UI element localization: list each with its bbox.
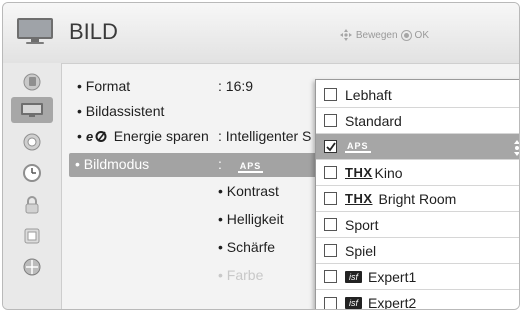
hint-ok-label: OK: [414, 29, 429, 41]
menu-item-picture-mode[interactable]: • Bildmodus : APS: [69, 153, 319, 177]
checkbox-icon: [324, 244, 337, 257]
checkbox-icon: [324, 88, 337, 101]
isf-logo-icon: isf: [345, 270, 362, 283]
hint-move-label: Bewegen: [355, 29, 398, 41]
option-lebhaft[interactable]: Lebhaft: [316, 82, 519, 108]
checkbox-icon: [324, 114, 337, 127]
option-aps[interactable]: APS: [316, 134, 519, 160]
option-label: Sport: [345, 216, 379, 233]
menu-item-picture-wizard[interactable]: • Bildassistent: [71, 100, 351, 124]
option-thx-bright-room[interactable]: THX Bright Room: [316, 186, 519, 212]
scroll-arrows-icon: [514, 140, 519, 156]
menu-item-label: • Bildmodus: [75, 156, 150, 172]
submenu-item-contrast[interactable]: • Kontrast: [218, 183, 279, 199]
option-label: Standard: [345, 112, 402, 129]
menu-item-format[interactable]: • Format : 16:9: [71, 75, 351, 99]
option-label: Bright Room: [378, 190, 457, 207]
option-expert2[interactable]: isf Expert2: [316, 290, 519, 310]
submenu-item-color: • Farbe: [218, 267, 264, 283]
eco-logo-icon: e: [86, 129, 107, 144]
menu-item-value: : Intelligenter S: [218, 128, 312, 144]
menu-item-value: :: [218, 156, 222, 172]
thx-logo-icon: THX: [345, 191, 373, 206]
option-thx-kino[interactable]: THX Kino: [316, 160, 519, 186]
bullet: •: [77, 128, 86, 144]
option-sport[interactable]: Sport: [316, 212, 519, 238]
svg-text:e: e: [86, 130, 93, 142]
checkbox-icon: [324, 166, 337, 179]
checkbox-icon: [324, 218, 337, 231]
ok-button-icon: [400, 29, 412, 41]
menu-item-energy-saving[interactable]: • e Energie sparen : Intelligenter S: [71, 125, 351, 149]
option-label: Lebhaft: [345, 86, 392, 103]
picture-mode-dropdown: Lebhaft Standard APS THX Kino THX Bright…: [315, 79, 519, 310]
menu-item-value-group: : APS: [218, 156, 264, 173]
input-icon[interactable]: [11, 69, 53, 95]
option-spiel[interactable]: Spiel: [316, 238, 519, 264]
network-icon[interactable]: [11, 254, 53, 280]
isf-logo-icon: isf: [345, 297, 362, 309]
aps-logo-icon: APS: [345, 140, 371, 153]
category-sidebar: [3, 63, 62, 309]
menu-item-label: • Bildassistent: [77, 103, 165, 119]
navigation-hint: Bewegen OK: [339, 28, 429, 42]
aps-logo-icon: APS: [237, 161, 264, 173]
checkbox-checked-icon: [324, 140, 337, 153]
option-label: Expert2: [368, 295, 417, 310]
time-icon[interactable]: [11, 160, 53, 186]
audio-icon[interactable]: [11, 129, 53, 155]
menu-item-label: Energie sparen: [113, 128, 209, 144]
option-label: Spiel: [345, 242, 377, 259]
page-title: BILD: [69, 19, 118, 44]
header-bar: BILD Bewegen OK: [3, 3, 519, 64]
submenu-item-brightness[interactable]: • Helligkeit: [218, 211, 284, 227]
option-label: Kino: [374, 164, 403, 181]
options-icon[interactable]: [11, 223, 53, 249]
checkbox-icon: [324, 270, 337, 283]
thx-logo-icon: THX: [345, 165, 373, 180]
submenu-item-sharpness[interactable]: • Schärfe: [218, 239, 275, 255]
picture-icon[interactable]: [11, 97, 53, 123]
tv-icon: [17, 18, 53, 44]
dpad-icon: [339, 29, 352, 41]
menu-item-label-group: • e Energie sparen: [77, 128, 209, 144]
menu-item-label: • Format: [77, 78, 131, 94]
checkbox-icon: [324, 192, 337, 205]
picture-settings-window: BILD Bewegen OK • Format: 16:9 • Bildas…: [2, 2, 520, 310]
option-label: Expert1: [368, 268, 417, 285]
menu-item-value: : 16:9: [218, 78, 254, 94]
checkbox-icon: [324, 296, 337, 309]
lock-icon[interactable]: [11, 192, 53, 218]
option-expert1[interactable]: isf Expert1: [316, 264, 519, 290]
option-standard[interactable]: Standard: [316, 108, 519, 134]
